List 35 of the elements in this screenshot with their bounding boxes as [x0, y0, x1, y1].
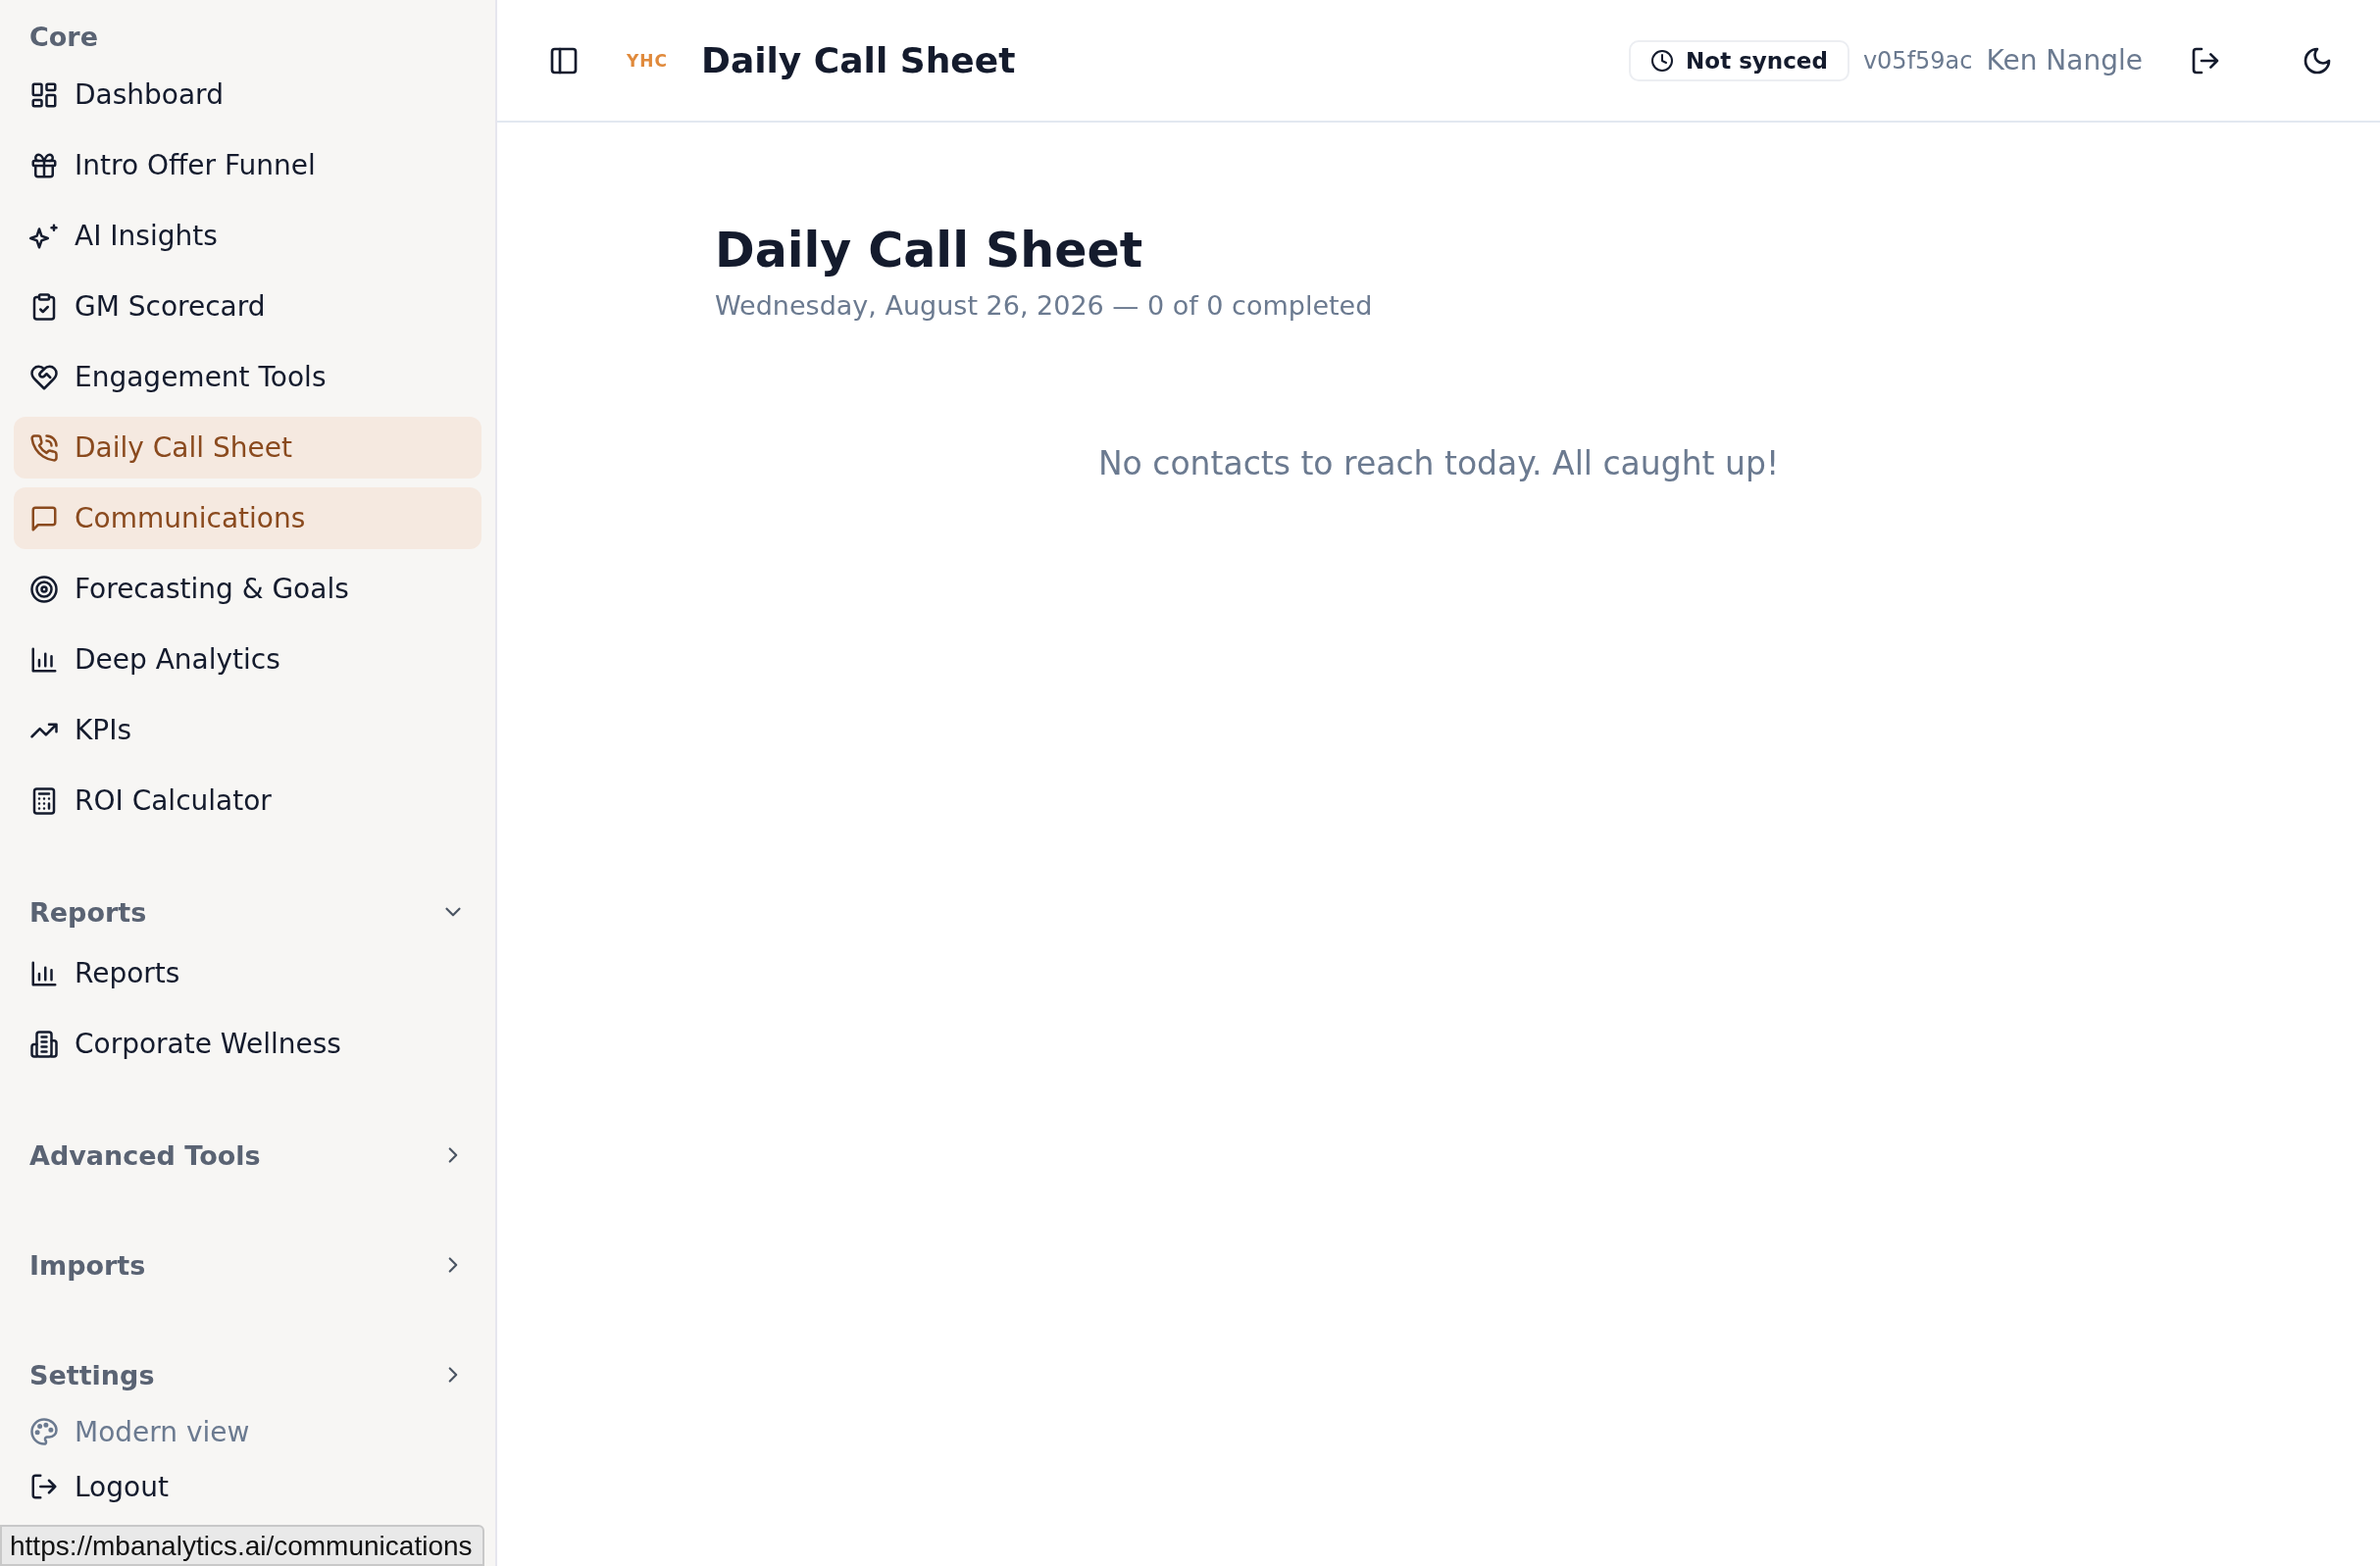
sync-status-badge: Not synced — [1629, 39, 1849, 81]
building-icon — [29, 1029, 59, 1059]
nav-item[interactable]: Logout — [14, 1459, 481, 1514]
section-toggle[interactable]: Advanced Tools — [14, 1134, 481, 1177]
nav-item[interactable]: Daily Call Sheet — [14, 417, 481, 479]
nav-item[interactable]: Forecasting & Goals — [14, 558, 481, 620]
page-title: Daily Call Sheet — [715, 223, 1144, 280]
nav-item[interactable]: Engagement Tools — [14, 346, 481, 408]
header-title: Daily Call Sheet — [701, 40, 1017, 80]
nav-item[interactable]: Modern view — [14, 1404, 481, 1459]
nav-item[interactable]: Intro Offer Funnel — [14, 134, 481, 196]
section-toggle[interactable]: Imports — [14, 1243, 481, 1287]
nav-item[interactable]: Dashboard — [14, 64, 481, 126]
clock-icon — [1650, 48, 1675, 73]
nav-item[interactable]: Corporate Wellness — [14, 1013, 481, 1075]
page-subtitle: Wednesday, August 26, 2026 — 0 of 0 completed — [715, 289, 1374, 321]
logo: YHC — [627, 50, 668, 71]
phone-call-icon — [29, 432, 59, 463]
nav-item[interactable]: KPIs — [14, 699, 481, 761]
nav-item[interactable]: GM Scorecard — [14, 276, 481, 337]
nav-item[interactable]: ROI Calculator — [14, 770, 481, 832]
section-toggle[interactable]: Settings — [14, 1353, 481, 1396]
section-label: Core — [28, 20, 99, 54]
version-label: v05f59ac — [1862, 46, 1973, 75]
user-name: Ken Nangle — [1986, 44, 2143, 76]
nav-item[interactable]: Deep Analytics — [14, 629, 481, 690]
empty-message: No contacts to reach today. All caught up! — [1097, 443, 1780, 482]
section-toggle[interactable]: Reports — [14, 890, 481, 934]
nav-item[interactable]: AI Insights — [14, 205, 481, 267]
nav-item[interactable]: Reports — [14, 942, 481, 1004]
link-url-tooltip: https://mbanalytics.ai/communications — [0, 1525, 484, 1566]
target-icon — [29, 574, 59, 604]
nav-item[interactable]: Communications — [14, 487, 481, 549]
logout-icon — [29, 1472, 59, 1501]
palette-icon — [29, 1417, 59, 1446]
